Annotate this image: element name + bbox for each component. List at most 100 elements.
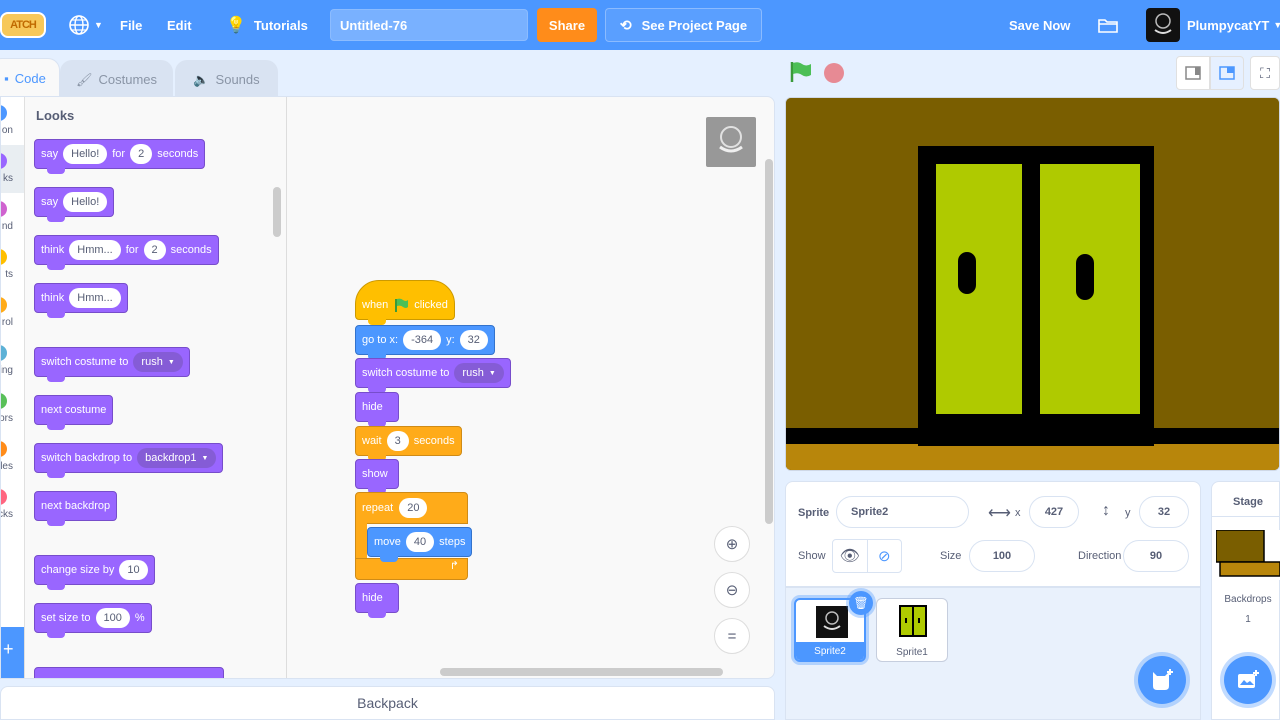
script-workspace[interactable]: ⊕ ⊖ = when clicked go to x: -364 y: 32 s… <box>288 97 774 678</box>
choose-backdrop-button[interactable] <box>1224 656 1272 704</box>
stage-canvas[interactable] <box>785 97 1280 471</box>
block-switch-costume[interactable]: switch costume to rush ▼ <box>355 358 511 393</box>
stage-selector[interactable]: Stage Backdrops 1 <box>1211 481 1280 720</box>
seconds-input[interactable]: 2 <box>143 240 166 260</box>
category-control[interactable]: rol <box>1 289 24 337</box>
y-position-input[interactable]: 32 <box>1139 496 1189 528</box>
speaker-icon: 🔈 <box>193 71 210 87</box>
block-next-costume[interactable]: next costume <box>34 395 114 430</box>
block-change-size[interactable]: change size by 10 <box>34 555 155 590</box>
size-input[interactable]: 100 <box>95 608 130 628</box>
save-now-button[interactable]: Save Now <box>1009 0 1070 50</box>
show-sprite-button[interactable]: 👁 <box>833 540 868 572</box>
block-move-steps[interactable]: move 40 steps <box>367 527 473 562</box>
block-think-for-secs[interactable]: think Hmm... for 2 seconds <box>34 235 219 270</box>
backpack[interactable]: Backpack <box>0 686 775 720</box>
delete-sprite-button[interactable]: 🗑 <box>849 591 873 615</box>
block-text: set size to <box>41 612 91 624</box>
block-show[interactable]: show <box>355 459 399 494</box>
normal-stage-button[interactable] <box>1210 56 1244 90</box>
costume-dropdown[interactable]: rush ▼ <box>133 352 183 372</box>
caret-down-icon: ▼ <box>167 358 175 366</box>
sprite-list: Sprite2 🗑 Sprite1 <box>785 587 1201 720</box>
category-motion[interactable]: on <box>1 97 24 145</box>
eye-slash-icon: ⊘ <box>877 548 891 565</box>
block-hide[interactable]: hide <box>355 392 399 427</box>
block-set-size[interactable]: set size to 100 % <box>34 603 152 638</box>
see-project-page-button[interactable]: ⟲ See Project Page <box>605 8 762 42</box>
share-button[interactable]: Share <box>537 8 597 42</box>
y-input[interactable]: 32 <box>459 330 488 350</box>
dropdown-value: rush <box>141 356 163 368</box>
block-when-flag-clicked[interactable]: when clicked <box>355 280 455 325</box>
block-text: steps <box>439 536 466 548</box>
block-say[interactable]: say Hello! <box>34 187 115 222</box>
block-go-to-xy[interactable]: go to x: -364 y: 32 <box>355 325 495 360</box>
file-menu[interactable]: File <box>120 0 142 50</box>
scratch-logo[interactable]: ATCH <box>0 12 46 38</box>
repeat-count-input[interactable]: 20 <box>399 498 428 518</box>
category-my-blocks[interactable]: cks <box>1 481 24 529</box>
tab-code-label: Code <box>14 71 46 86</box>
zoom-reset-button[interactable]: = <box>714 618 750 654</box>
category-looks[interactable]: ks <box>1 145 24 193</box>
tab-costumes[interactable]: 🖌 Costumes <box>60 60 173 98</box>
my-stuff-folder-icon[interactable] <box>1097 0 1119 50</box>
project-title-input[interactable]: Untitled-76 <box>330 9 528 41</box>
message-input[interactable]: Hmm... <box>69 288 121 308</box>
wait-seconds-input[interactable]: 3 <box>386 431 409 451</box>
tutorials-button[interactable]: 💡 Tutorials <box>226 0 308 50</box>
hide-sprite-button[interactable]: ⊘ <box>868 540 902 572</box>
block-switch-backdrop[interactable]: switch backdrop to backdrop1 ▼ <box>34 443 224 478</box>
costume-dropdown[interactable]: rush ▼ <box>454 363 504 383</box>
backdrop-dropdown[interactable]: backdrop1 ▼ <box>137 448 217 468</box>
category-sensing[interactable]: ing <box>1 337 24 385</box>
message-input[interactable]: Hmm... <box>69 240 121 260</box>
block-say-for-secs[interactable]: say Hello! for 2 seconds <box>34 139 206 174</box>
tab-sounds[interactable]: 🔈 Sounds <box>175 60 278 98</box>
category-operators[interactable]: tors <box>1 385 24 433</box>
palette-scrollbar[interactable] <box>273 187 281 237</box>
size-input[interactable]: 100 <box>969 540 1035 572</box>
seconds-input[interactable]: 2 <box>130 144 153 164</box>
green-flag-button[interactable] <box>789 61 813 88</box>
x-input[interactable]: -364 <box>403 330 442 350</box>
fullscreen-button[interactable]: ⛶ <box>1250 56 1280 90</box>
category-variables[interactable]: les <box>1 433 24 481</box>
block-text: switch costume to <box>41 356 129 368</box>
add-extension-button[interactable]: + <box>1 627 24 678</box>
trash-icon: 🗑 <box>853 596 869 610</box>
message-input[interactable]: Hello! <box>63 144 108 164</box>
language-menu[interactable]: ▼ <box>68 0 103 50</box>
block-think[interactable]: think Hmm... <box>34 283 128 318</box>
account-menu[interactable]: PlumpycatYT ▼ <box>1187 0 1280 50</box>
steps-input[interactable]: 40 <box>405 532 435 552</box>
block-text: seconds <box>170 244 212 256</box>
edit-menu[interactable]: Edit <box>167 0 192 50</box>
zoom-out-button[interactable]: ⊖ <box>714 572 750 608</box>
block-next-backdrop[interactable]: next backdrop <box>34 491 118 526</box>
block-wait[interactable]: wait 3 seconds <box>355 426 462 461</box>
workspace-horizontal-scrollbar[interactable] <box>440 668 723 676</box>
x-position-input[interactable]: 427 <box>1029 496 1079 528</box>
category-events[interactable]: ts <box>1 241 24 289</box>
stage-scene <box>786 98 1279 470</box>
door-sprite[interactable] <box>918 146 1154 446</box>
block-hide[interactable]: hide <box>355 583 399 618</box>
sprite-tile-sprite1[interactable]: Sprite1 <box>876 598 948 662</box>
workspace-vertical-scrollbar[interactable] <box>765 159 773 524</box>
small-stage-button[interactable] <box>1176 56 1210 90</box>
stop-button[interactable] <box>824 63 844 83</box>
zoom-in-button[interactable]: ⊕ <box>714 526 750 562</box>
choose-sprite-button[interactable] <box>1138 656 1186 704</box>
block-switch-costume[interactable]: switch costume to rush ▼ <box>34 347 190 382</box>
block-partial[interactable] <box>34 667 224 678</box>
user-avatar[interactable] <box>1146 8 1180 42</box>
category-sound[interactable]: nd <box>1 193 24 241</box>
direction-input[interactable]: 90 <box>1123 540 1189 572</box>
message-input[interactable]: Hello! <box>63 192 108 212</box>
tab-code[interactable]: ▪ Code <box>0 58 60 98</box>
sprite2-thumbnail <box>816 606 848 638</box>
sprite-name-input[interactable]: Sprite2 <box>836 496 969 528</box>
size-change-input[interactable]: 10 <box>119 560 148 580</box>
